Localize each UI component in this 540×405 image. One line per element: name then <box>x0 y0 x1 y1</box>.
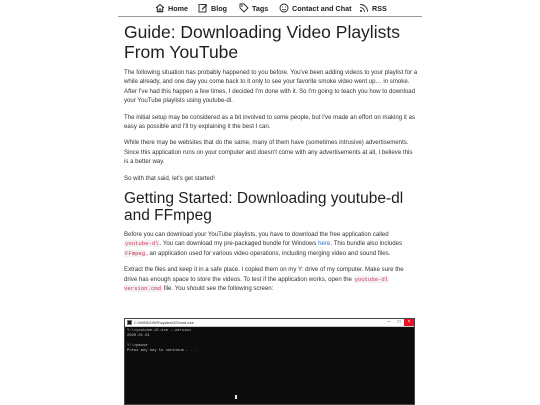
nav-home-label: Home <box>168 3 188 13</box>
article: Guide: Downloading Video Playlists From … <box>124 22 418 301</box>
text-span: Before you can download your YouTube pla… <box>124 231 389 239</box>
tag-icon <box>239 3 249 13</box>
nav-home-link[interactable]: Home <box>155 3 188 13</box>
article-title: Guide: Downloading Video Playlists From … <box>124 22 400 62</box>
top-nav: Home Blog Tags Contact and Chat RSS <box>118 0 422 17</box>
nav-blog-label: Blog <box>211 3 227 13</box>
setup-paragraph: The initial setup may be considered as a… <box>124 113 416 131</box>
console-titlebar: C:\WINDOWS\system32\cmd.exe – □ × <box>125 319 414 327</box>
home-icon <box>155 3 165 13</box>
maximize-icon: □ <box>397 319 401 325</box>
nav-rss-link[interactable]: RSS <box>359 3 387 13</box>
download-paragraph: Before you can download your YouTube pla… <box>124 230 418 258</box>
rss-icon <box>360 4 368 12</box>
close-icon: × <box>404 319 414 326</box>
console-window-icon <box>127 320 132 325</box>
console-output: Y:\>youtube-dl.exe --version 2020.01.01 … <box>127 329 198 353</box>
text-span: . This bundle also includes <box>330 240 403 248</box>
start-paragraph: So with that said, let's get started! <box>124 174 215 182</box>
text-span: . You can download my pre-packaged bundl… <box>159 240 319 248</box>
nav-contact-link[interactable]: Contact and Chat <box>279 3 352 13</box>
section-heading: Getting Started: Downloading youtube-dl … <box>124 190 404 225</box>
nav-rss-label: RSS <box>372 3 387 13</box>
window-controls: – □ × <box>384 319 414 326</box>
download-here-link[interactable]: here <box>318 240 330 247</box>
extract-paragraph: Extract the files and keep it in a safe … <box>124 265 418 293</box>
console-screenshot: C:\WINDOWS\system32\cmd.exe – □ × Y:\>yo… <box>124 318 415 405</box>
inline-code-youtube-dl: youtube-dl <box>124 240 160 248</box>
text-span: , an application used for various video … <box>146 249 391 257</box>
nav-contact-label: Contact and Chat <box>292 3 352 13</box>
inline-code-ffmpeg: FFmpeg <box>124 249 147 257</box>
smiley-icon <box>279 3 289 13</box>
intro-paragraph: The following situation has probably hap… <box>124 69 418 105</box>
nav-tags-link[interactable]: Tags <box>239 3 268 13</box>
minimize-icon: – <box>387 319 391 325</box>
nav-blog-link[interactable]: Blog <box>198 3 227 13</box>
pencil-icon <box>198 4 208 13</box>
console-title: C:\WINDOWS\system32\cmd.exe <box>134 320 194 325</box>
ads-paragraph: While there may be websites that do the … <box>124 139 413 166</box>
text-span: file. You should see the following scree… <box>161 285 274 293</box>
nav-tags-label: Tags <box>252 3 269 13</box>
mouse-cursor <box>235 395 237 399</box>
